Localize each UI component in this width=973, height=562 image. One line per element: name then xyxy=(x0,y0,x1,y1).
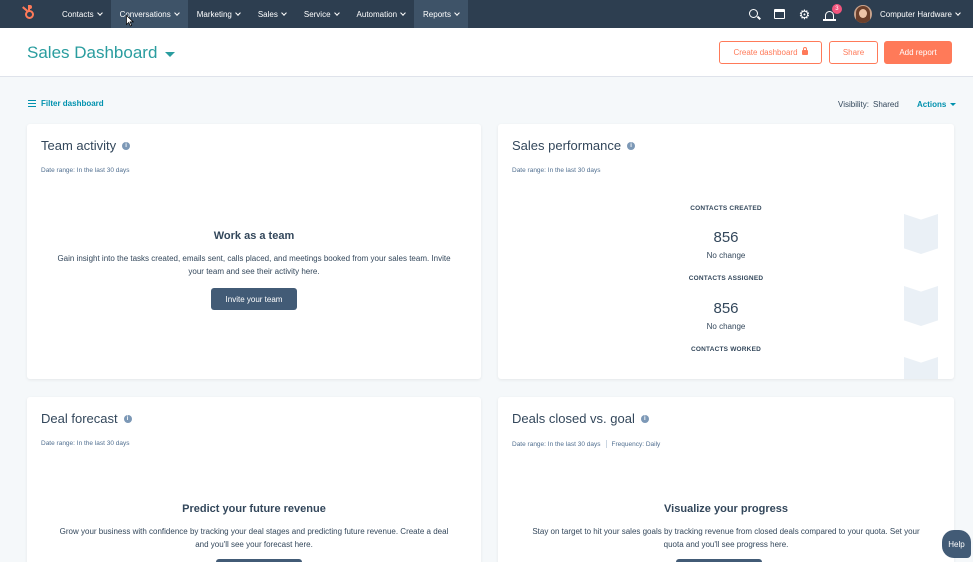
notification-badge: 3 xyxy=(831,4,842,14)
chevron-down-icon xyxy=(400,10,406,16)
nav-marketing-label: Marketing xyxy=(196,9,232,19)
nav-contacts[interactable]: Contacts xyxy=(53,0,111,28)
notifications-button[interactable]: 3 xyxy=(817,0,842,28)
top-nav: Contacts Conversations Marketing Sales S… xyxy=(0,0,973,28)
date-range: Date range: In the last 30 days xyxy=(41,440,130,447)
account-name: Computer Hardware xyxy=(879,9,952,19)
card-title: Deal forecast i xyxy=(41,411,132,426)
date-range-text: Date range: In the last 30 days xyxy=(512,440,601,448)
nav-reports-label: Reports xyxy=(423,9,452,19)
deal-forecast-title: Deal forecast xyxy=(41,411,118,426)
chevron-down-icon xyxy=(173,10,180,16)
lock-icon xyxy=(801,47,808,55)
empty-state-description: Stay on target to hit your sales goals b… xyxy=(532,527,920,549)
deals-closed-title: Deals closed vs. goal xyxy=(512,411,635,426)
nav-utilities: ⚙ 3 Computer Hardware xyxy=(742,0,973,28)
visibility-label: Visibility: xyxy=(838,100,869,109)
chevron-down-icon xyxy=(333,10,340,16)
nav-service-label: Service xyxy=(303,9,331,19)
settings-button[interactable]: ⚙ xyxy=(792,0,817,28)
metric-label-contacts-assigned: CONTACTS ASSIGNED xyxy=(688,275,764,282)
create-dashboard-label: Create dashboard xyxy=(733,48,798,57)
account-menu[interactable]: Computer Hardware xyxy=(879,9,961,19)
page-title: Sales Dashboard xyxy=(27,43,158,62)
help-label: Help xyxy=(948,539,965,549)
sales-performance-card: Sales performance i Date range: In the l… xyxy=(498,124,954,379)
nav-service[interactable]: Service xyxy=(295,0,348,28)
card-title: Sales performance i xyxy=(512,138,636,153)
share-button[interactable]: Share xyxy=(829,41,878,64)
avatar[interactable] xyxy=(853,5,872,23)
chevron-down-icon xyxy=(454,10,460,16)
date-range: Date range: In the last 30 days xyxy=(512,167,601,174)
create-dashboard-button[interactable]: Create dashboard xyxy=(719,41,822,64)
actions-label: Actions xyxy=(917,100,947,109)
deal-forecast-card: Deal forecast i Date range: In the last … xyxy=(27,397,481,562)
info-icon[interactable]: i xyxy=(627,141,636,150)
mouse-cursor-icon xyxy=(126,15,134,27)
filter-icon xyxy=(28,100,36,107)
metric-label-contacts-worked: CONTACTS WORKED xyxy=(690,346,762,353)
info-icon[interactable]: i xyxy=(640,414,649,423)
nav-sales[interactable]: Sales xyxy=(249,0,295,28)
nav-conversations[interactable]: Conversations xyxy=(110,0,188,28)
hubspot-logo-icon[interactable] xyxy=(21,5,39,23)
info-icon[interactable]: i xyxy=(122,141,131,150)
divider xyxy=(605,440,607,448)
metric-value-contacts-created: 856 xyxy=(713,229,739,246)
chevron-down-icon xyxy=(235,10,241,16)
visibility-status: Visibility: Shared xyxy=(838,100,899,109)
visibility-value: Shared xyxy=(872,100,899,109)
caret-down-icon xyxy=(950,103,957,106)
search-icon xyxy=(748,8,758,18)
card-title: Team activity i xyxy=(41,138,131,153)
nav-sales-label: Sales xyxy=(257,9,278,19)
metric-value-contacts-assigned: 856 xyxy=(713,300,739,317)
empty-state-title: Visualize your progress xyxy=(664,503,788,515)
empty-state-description: Gain insight into the tasks created, ema… xyxy=(57,254,451,276)
empty-state-title: Predict your future revenue xyxy=(182,503,326,515)
caret-down-icon xyxy=(165,51,176,57)
chevron-down-icon xyxy=(955,10,961,16)
empty-state-description: Grow your business with confidence by tr… xyxy=(59,527,449,549)
nav-automation[interactable]: Automation xyxy=(348,0,414,28)
metric-label-contacts-created: CONTACTS CREATED xyxy=(690,205,762,212)
filter-dashboard-button[interactable]: Filter dashboard xyxy=(28,99,104,108)
nav-reports[interactable]: Reports xyxy=(414,0,469,28)
marketplace-button[interactable] xyxy=(767,0,792,28)
date-range: Date range: In the last 30 days Frequenc… xyxy=(512,440,660,448)
card-title: Deals closed vs. goal i xyxy=(512,411,649,426)
dashboard-header: Sales Dashboard Create dashboard Share A… xyxy=(0,28,973,77)
add-report-label: Add report xyxy=(899,48,937,57)
nav-marketing[interactable]: Marketing xyxy=(188,0,249,28)
info-icon[interactable]: i xyxy=(123,414,132,423)
help-button[interactable]: Help xyxy=(942,530,971,558)
deals-closed-card: Deals closed vs. goal i Date range: In t… xyxy=(498,397,954,562)
date-range: Date range: In the last 30 days xyxy=(41,167,130,174)
metric-change-contacts-assigned: No change xyxy=(706,322,746,331)
team-activity-title: Team activity xyxy=(41,138,117,153)
gear-icon: ⚙ xyxy=(798,6,811,22)
marketplace-icon xyxy=(773,9,785,19)
add-report-button[interactable]: Add report xyxy=(884,41,952,64)
nav-automation-label: Automation xyxy=(356,9,398,19)
dashboard-selector[interactable]: Sales Dashboard xyxy=(27,43,176,63)
filter-dashboard-label: Filter dashboard xyxy=(41,99,104,108)
frequency-text: Frequency: Daily xyxy=(611,440,661,448)
chevron-down-icon xyxy=(96,10,103,16)
share-label: Share xyxy=(842,48,865,57)
invite-team-button[interactable]: Invite your team xyxy=(211,288,297,310)
metric-change-contacts-created: No change xyxy=(706,251,746,260)
invite-team-label: Invite your team xyxy=(225,294,283,304)
actions-menu[interactable]: Actions xyxy=(917,100,957,109)
nav-contacts-label: Contacts xyxy=(62,9,94,19)
team-activity-card: Team activity i Date range: In the last … xyxy=(27,124,481,379)
sales-performance-title: Sales performance xyxy=(512,138,622,153)
funnel-stage-shape xyxy=(904,357,938,379)
empty-state-title: Work as a team xyxy=(213,230,295,242)
chevron-down-icon xyxy=(281,10,287,16)
search-button[interactable] xyxy=(742,0,767,28)
